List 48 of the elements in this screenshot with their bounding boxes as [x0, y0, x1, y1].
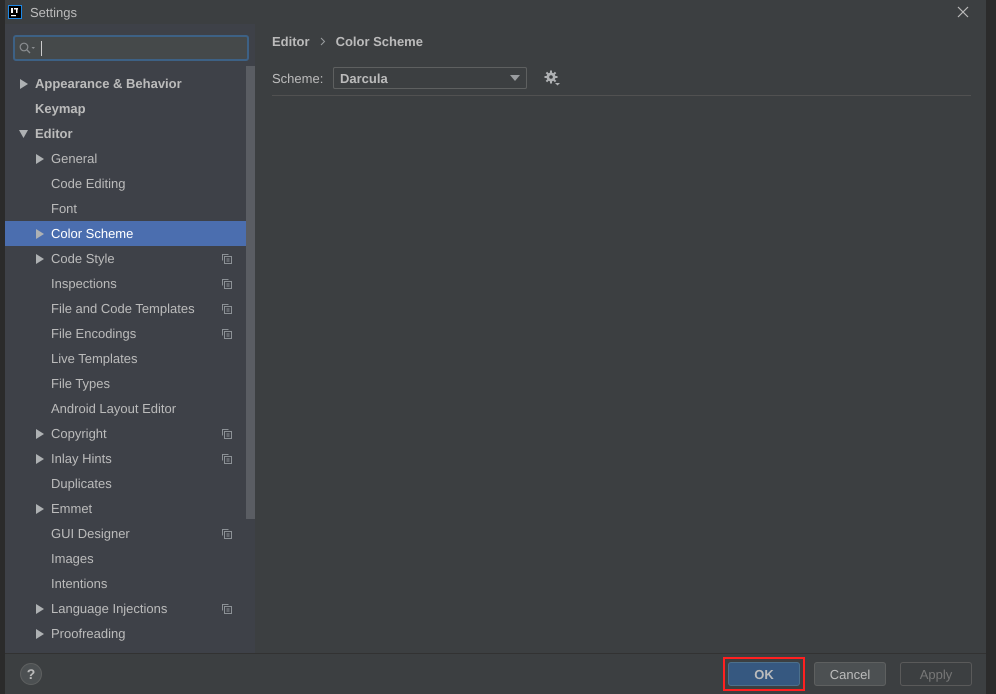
- collapsed-arrow-icon[interactable]: [35, 428, 44, 438]
- help-button[interactable]: ?: [20, 663, 42, 685]
- scheme-dropdown[interactable]: Darcula: [333, 67, 527, 89]
- search-icon: [19, 42, 37, 54]
- close-icon[interactable]: [957, 6, 969, 18]
- scheme-label: Scheme:: [272, 70, 324, 86]
- tree-item[interactable]: Images: [5, 546, 246, 571]
- breadcrumb-item: Color Scheme: [336, 34, 423, 48]
- dialog-button[interactable]: OK: [728, 662, 800, 686]
- expanded-arrow-icon[interactable]: [19, 128, 28, 138]
- tree-item[interactable]: Color Scheme: [5, 221, 246, 246]
- collapsed-arrow-icon[interactable]: [35, 504, 44, 514]
- tree-item[interactable]: GUI Designer: [5, 521, 246, 546]
- breadcrumb-item: Editor: [272, 34, 310, 48]
- tree-item[interactable]: Intentions: [5, 571, 246, 596]
- collapsed-arrow-icon[interactable]: [35, 628, 44, 638]
- tree-item[interactable]: Language Injections: [5, 596, 246, 621]
- tree-item[interactable]: File Encodings: [5, 321, 246, 346]
- tree-item[interactable]: Code Style: [5, 246, 246, 271]
- tree-item[interactable]: Emmet: [5, 496, 246, 521]
- scrollbar[interactable]: [246, 66, 255, 519]
- dialog-button[interactable]: Cancel: [814, 662, 886, 686]
- tree-item[interactable]: General: [5, 146, 246, 171]
- tree-item[interactable]: Font: [5, 196, 246, 221]
- collapsed-arrow-icon[interactable]: [19, 78, 28, 88]
- tree-item[interactable]: File Types: [5, 371, 246, 396]
- search-field[interactable]: [13, 35, 249, 61]
- dropdown-caret-icon: [510, 75, 520, 81]
- window-title: Settings: [30, 4, 77, 20]
- tree-item[interactable]: File and Code Templates: [5, 296, 246, 321]
- gear-icon[interactable]: [544, 70, 560, 86]
- tree-item[interactable]: Proofreading: [5, 621, 246, 646]
- tree-item[interactable]: Copyright: [5, 421, 246, 446]
- collapsed-arrow-icon[interactable]: [35, 454, 44, 464]
- app-logo-icon: [8, 5, 22, 19]
- tree-item[interactable]: Editor: [5, 121, 246, 146]
- tree-item[interactable]: Inlay Hints: [5, 446, 246, 471]
- collapsed-arrow-icon[interactable]: [35, 604, 44, 614]
- tree-item[interactable]: Appearance & Behavior: [5, 71, 246, 96]
- tree-item[interactable]: Code Editing: [5, 171, 246, 196]
- tree-item[interactable]: Duplicates: [5, 471, 246, 496]
- collapsed-arrow-icon[interactable]: [35, 154, 44, 164]
- tree-item[interactable]: Keymap: [5, 96, 246, 121]
- tree-item[interactable]: Live Templates: [5, 346, 246, 371]
- tree-item[interactable]: Android Layout Editor: [5, 396, 246, 421]
- tree-item[interactable]: Inspections: [5, 271, 246, 296]
- chevron-icon: [320, 36, 326, 46]
- collapsed-arrow-icon[interactable]: [35, 254, 44, 264]
